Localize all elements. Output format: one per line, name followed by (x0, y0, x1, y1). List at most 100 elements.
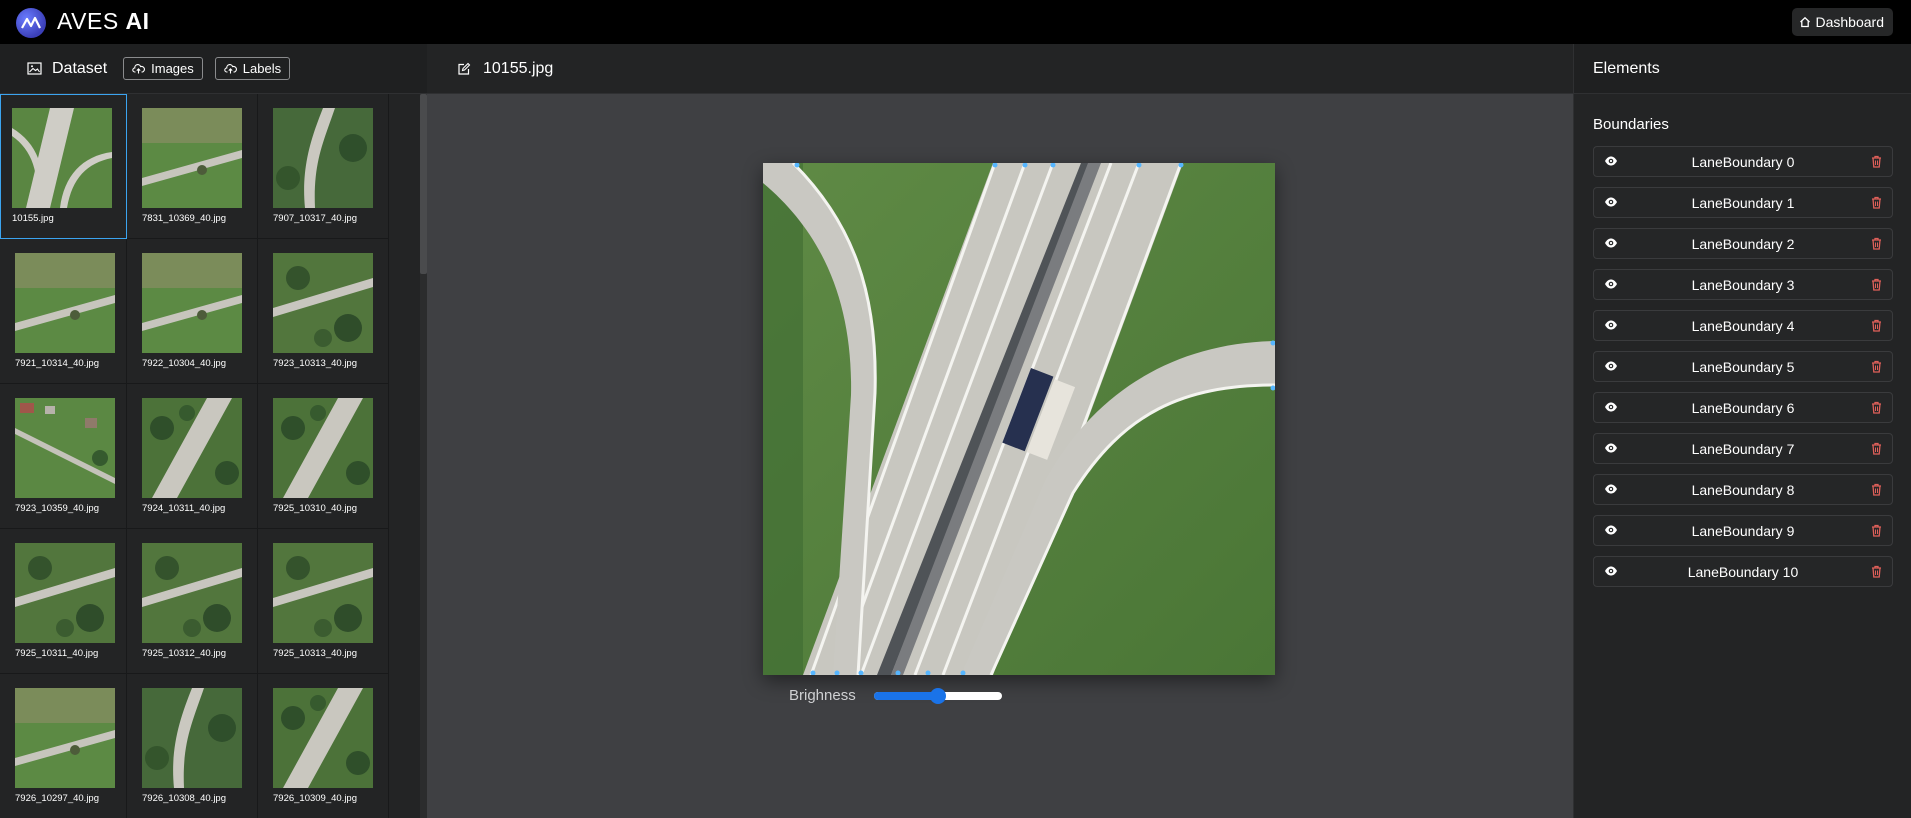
editor-header: 10155.jpg (427, 44, 1573, 94)
dashboard-button[interactable]: Dashboard (1791, 8, 1893, 36)
thumbnail-image (15, 253, 115, 353)
elements-panel: Elements Boundaries LaneBoundary 0 LaneBo… (1573, 44, 1911, 818)
boundaries-section-title: Boundaries (1593, 116, 1669, 133)
eye-icon[interactable] (1604, 155, 1618, 167)
eye-icon[interactable] (1604, 524, 1618, 536)
dashboard-label: Dashboard (1815, 14, 1885, 30)
dataset-thumbnail[interactable]: 7925_10312_40.jpg (127, 529, 258, 674)
lane-boundary-item[interactable]: LaneBoundary 4 (1593, 310, 1893, 341)
brand-regular: AVES (57, 8, 126, 34)
thumbnail-image (273, 543, 373, 643)
thumbnail-image (142, 398, 242, 498)
lane-boundary-item[interactable]: LaneBoundary 6 (1593, 392, 1893, 423)
thumbnail-image (273, 398, 373, 498)
boundaries-list: LaneBoundary 0 LaneBoundary 1 LaneBoundary… (1593, 146, 1893, 597)
dataset-scrollbar[interactable] (420, 94, 427, 818)
trash-icon[interactable] (1871, 237, 1882, 250)
dataset-thumbnail[interactable]: 7925_10313_40.jpg (258, 529, 389, 674)
lane-boundary-label: LaneBoundary 6 (1691, 399, 1795, 416)
brightness-slider-handle[interactable] (929, 687, 946, 704)
trash-icon[interactable] (1871, 319, 1882, 332)
thumbnail-filename: 7926_10308_40.jpg (142, 793, 227, 804)
thumbnail-filename: 7925_10313_40.jpg (273, 648, 358, 659)
lane-boundary-item[interactable]: LaneBoundary 0 (1593, 146, 1893, 177)
lane-boundary-item[interactable]: LaneBoundary 9 (1593, 515, 1893, 546)
top-bar: AVES AI Dashboard (0, 0, 1911, 44)
thumbnail-filename: 10155.jpg (12, 213, 54, 224)
thumbnail-image (15, 688, 115, 788)
eye-icon[interactable] (1604, 237, 1618, 249)
lane-boundary-item[interactable]: LaneBoundary 5 (1593, 351, 1893, 382)
dataset-thumbnail[interactable]: 7925_10310_40.jpg (258, 384, 389, 529)
dataset-thumbnail[interactable]: 7923_10359_40.jpg (0, 384, 127, 529)
thumbnail-image (273, 108, 373, 208)
eye-icon[interactable] (1604, 319, 1618, 331)
lane-boundary-label: LaneBoundary 3 (1691, 276, 1795, 293)
eye-icon[interactable] (1604, 360, 1618, 372)
dataset-thumbnail[interactable]: 7923_10313_40.jpg (258, 239, 389, 384)
lane-boundary-label: LaneBoundary 7 (1691, 440, 1795, 457)
trash-icon[interactable] (1871, 565, 1882, 578)
trash-icon[interactable] (1871, 524, 1882, 537)
thumbnail-image (142, 688, 242, 788)
upload-labels-button[interactable]: Labels (214, 57, 291, 80)
annotation-canvas[interactable] (763, 163, 1275, 675)
lane-boundary-label: LaneBoundary 10 (1687, 563, 1799, 580)
elements-title: Elements (1574, 44, 1911, 94)
lane-boundary-item[interactable]: LaneBoundary 1 (1593, 187, 1893, 218)
trash-icon[interactable] (1871, 360, 1882, 373)
eye-icon[interactable] (1604, 565, 1618, 577)
trash-icon[interactable] (1871, 401, 1882, 414)
eye-icon[interactable] (1604, 196, 1618, 208)
thumbnail-filename: 7924_10311_40.jpg (142, 503, 226, 514)
thumbnail-filename: 7925_10311_40.jpg (15, 648, 99, 659)
lane-boundary-label: LaneBoundary 1 (1691, 194, 1795, 211)
eye-icon[interactable] (1604, 483, 1618, 495)
thumbnail-image (142, 543, 242, 643)
lane-boundary-label: LaneBoundary 8 (1691, 481, 1795, 498)
thumbnail-image (15, 543, 115, 643)
trash-icon[interactable] (1871, 196, 1882, 209)
image-icon (27, 62, 42, 75)
thumbnail-filename: 7923_10313_40.jpg (273, 358, 358, 369)
dataset-thumbnail[interactable]: 7922_10304_40.jpg (127, 239, 258, 384)
aves-logo-icon (16, 8, 46, 38)
upload-images-button[interactable]: Images (123, 57, 203, 80)
dataset-panel: Dataset Images Labels 10155.jpg 7831_1036… (0, 44, 427, 818)
trash-icon[interactable] (1871, 278, 1882, 291)
dataset-thumbnail[interactable]: 7925_10311_40.jpg (0, 529, 127, 674)
eye-icon[interactable] (1604, 401, 1618, 413)
eye-icon[interactable] (1604, 442, 1618, 454)
lane-boundary-item[interactable]: LaneBoundary 10 (1593, 556, 1893, 587)
dataset-thumbnail[interactable]: 7926_10308_40.jpg (127, 674, 258, 818)
cloud-upload-icon (224, 64, 237, 74)
lane-boundary-item[interactable]: LaneBoundary 7 (1593, 433, 1893, 464)
thumbnail-filename: 7921_10314_40.jpg (15, 358, 100, 369)
thumbnail-filename: 7923_10359_40.jpg (15, 503, 100, 514)
thumbnail-grid: 10155.jpg 7831_10369_40.jpg 7907_10317_40.… (0, 94, 389, 818)
home-icon (1799, 16, 1810, 28)
brightness-slider[interactable] (873, 687, 1002, 704)
lane-boundary-item[interactable]: LaneBoundary 3 (1593, 269, 1893, 300)
trash-icon[interactable] (1871, 155, 1882, 168)
dataset-thumbnail[interactable]: 10155.jpg (0, 94, 127, 239)
images-button-label: Images (151, 61, 194, 76)
dataset-thumbnail[interactable]: 7926_10309_40.jpg (258, 674, 389, 818)
lane-boundary-item[interactable]: LaneBoundary 2 (1593, 228, 1893, 259)
dataset-thumbnail[interactable]: 7831_10369_40.jpg (127, 94, 258, 239)
thumbnail-image (12, 108, 112, 208)
dataset-thumbnail[interactable]: 7926_10297_40.jpg (0, 674, 127, 818)
trash-icon[interactable] (1871, 442, 1882, 455)
cloud-upload-icon (132, 64, 146, 74)
lane-boundary-item[interactable]: LaneBoundary 8 (1593, 474, 1893, 505)
lane-boundary-label: LaneBoundary 5 (1691, 358, 1795, 375)
thumbnail-image (142, 253, 242, 353)
scrollbar-thumb[interactable] (420, 94, 427, 274)
eye-icon[interactable] (1604, 278, 1618, 290)
trash-icon[interactable] (1871, 483, 1882, 496)
aerial-image (763, 163, 1275, 675)
dataset-thumbnail[interactable]: 7907_10317_40.jpg (258, 94, 389, 239)
dataset-thumbnail[interactable]: 7921_10314_40.jpg (0, 239, 127, 384)
dataset-thumbnail[interactable]: 7924_10311_40.jpg (127, 384, 258, 529)
thumbnail-filename: 7925_10310_40.jpg (273, 503, 358, 514)
